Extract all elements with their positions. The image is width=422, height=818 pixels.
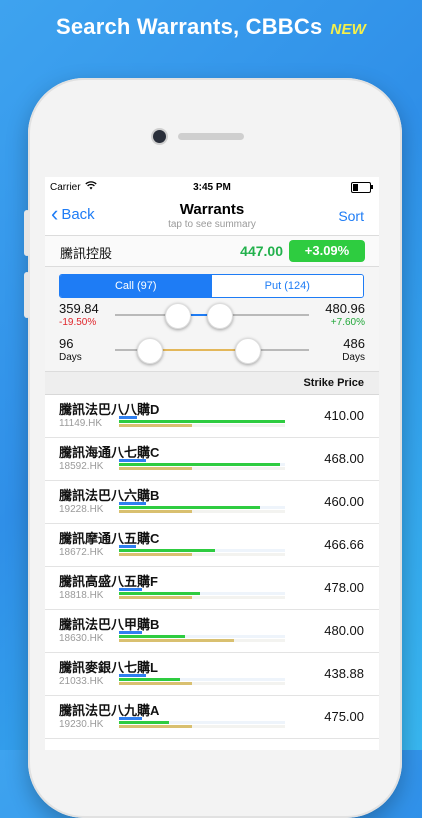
strike-price-header[interactable]: Strike Price xyxy=(303,377,364,389)
strike-price-value: 460.00 xyxy=(324,494,364,509)
green-indicator-bar xyxy=(119,592,200,595)
table-row[interactable]: 騰訊法巴八六購B 19228.HK 460.00 xyxy=(45,481,379,524)
price-slider-low-handle[interactable] xyxy=(165,303,191,329)
status-time: 3:45 PM xyxy=(193,181,231,193)
segment-put[interactable]: Put (124) xyxy=(211,275,363,297)
blue-indicator-bar xyxy=(119,416,137,419)
days-slider-low-handle[interactable] xyxy=(137,338,163,364)
price-low-value: 359.84 xyxy=(59,301,99,316)
blue-indicator-bar xyxy=(119,674,146,677)
blue-indicator-bar xyxy=(119,502,146,505)
filter-panel: Call (97) Put (124) 359.84 -19.50% 480.9… xyxy=(45,267,379,372)
table-row[interactable]: 騰訊高盛八五購F 18818.HK 478.00 xyxy=(45,567,379,610)
earpiece-speaker xyxy=(178,133,244,140)
blue-indicator-bar xyxy=(119,545,136,548)
blue-indicator-bar xyxy=(119,588,142,591)
table-row[interactable]: 騰訊海通八七購C 18592.HK 468.00 xyxy=(45,438,379,481)
page-title[interactable]: Warrants xyxy=(45,201,379,218)
call-put-segmented-control: Call (97) Put (124) xyxy=(59,274,364,298)
blue-indicator-bar xyxy=(119,631,142,634)
strike-price-value: 468.00 xyxy=(324,451,364,466)
price-high-value: 480.96 xyxy=(325,301,365,316)
warrant-code: 11149.HK xyxy=(59,418,102,429)
app-screen: Carrier 3:45 PM ‹ Back Warrants tap to s… xyxy=(45,177,379,750)
warrant-name: 騰訊摩通八五購C xyxy=(59,531,160,546)
price-low: 359.84 -19.50% xyxy=(59,301,99,328)
strike-price-value: 438.88 xyxy=(324,666,364,681)
segment-call[interactable]: Call (97) xyxy=(60,275,212,297)
underlying-stock-row[interactable]: 騰訊控股 447.00 +3.09% xyxy=(45,236,379,267)
page-subtitle[interactable]: tap to see summary xyxy=(45,219,379,230)
stock-price: 447.00 xyxy=(240,243,283,259)
gold-indicator-bar xyxy=(119,596,192,599)
table-header: Strike Price xyxy=(45,372,379,395)
warrant-name: 騰訊法巴八甲購B xyxy=(59,617,160,632)
promo-banner: Search Warrants, CBBCs NEW xyxy=(0,14,422,40)
strike-price-value: 478.00 xyxy=(324,580,364,595)
warrant-code: 21033.HK xyxy=(59,676,104,687)
volume-up-button xyxy=(24,210,30,256)
table-row[interactable]: 騰訊法巴八九購A 19230.HK 475.00 xyxy=(45,696,379,739)
warrant-name: 騰訊法巴八九購A xyxy=(59,703,160,718)
warrant-code: 18818.HK xyxy=(59,590,104,601)
gold-indicator-bar xyxy=(119,467,192,470)
days-low-unit: Days xyxy=(59,352,82,363)
battery-icon xyxy=(351,182,373,193)
stock-name: 騰訊控股 xyxy=(60,246,113,261)
navigation-bar: ‹ Back Warrants tap to see summary Sort xyxy=(45,197,379,236)
blue-indicator-bar xyxy=(119,459,146,462)
gold-indicator-bar xyxy=(119,510,192,513)
days-range-slider: 96 Days 486 Days xyxy=(45,336,379,368)
green-indicator-bar xyxy=(119,506,260,509)
price-range-slider: 359.84 -19.50% 480.96 +7.60% xyxy=(45,301,379,333)
blue-indicator-bar xyxy=(119,717,142,720)
green-indicator-bar xyxy=(119,420,285,423)
warrant-name: 騰訊高盛八五購F xyxy=(59,574,158,589)
volume-down-button xyxy=(24,272,30,318)
green-indicator-bar xyxy=(119,549,215,552)
gold-indicator-bar xyxy=(119,682,192,685)
stock-change-badge: +3.09% xyxy=(289,240,365,262)
table-row[interactable]: 騰訊麥銀八七購L 21033.HK 438.88 xyxy=(45,653,379,696)
green-indicator-bar xyxy=(119,678,180,681)
warrant-name: 騰訊法巴八八購D xyxy=(59,402,160,417)
gold-indicator-bar xyxy=(119,725,192,728)
price-high: 480.96 +7.60% xyxy=(325,301,365,328)
green-indicator-bar xyxy=(119,721,169,724)
days-high-unit: Days xyxy=(342,352,365,363)
new-badge: NEW xyxy=(330,21,367,38)
sort-button[interactable]: Sort xyxy=(338,208,364,224)
days-slider-high-handle[interactable] xyxy=(235,338,261,364)
price-high-percent: +7.60% xyxy=(330,317,365,328)
warrant-code: 18592.HK xyxy=(59,461,104,472)
promo-headline: Search Warrants, CBBCs xyxy=(55,14,323,39)
table-row[interactable]: 騰訊法巴八八購D 11149.HK 410.00 xyxy=(45,395,379,438)
strike-price-value: 466.66 xyxy=(324,537,364,552)
warrant-code: 19228.HK xyxy=(59,504,104,515)
gold-indicator-bar xyxy=(119,639,234,642)
strike-price-value: 410.00 xyxy=(324,408,364,423)
warrant-code: 19230.HK xyxy=(59,719,104,730)
days-high-value: 486 xyxy=(343,336,365,351)
strike-price-value: 475.00 xyxy=(324,709,364,724)
warrant-list: 騰訊法巴八八購D 11149.HK 410.00 騰訊海通八七購C 18592.HK 46… xyxy=(45,395,379,739)
days-low: 96 Days xyxy=(59,336,82,363)
green-indicator-bar xyxy=(119,635,185,638)
warrant-code: 18672.HK xyxy=(59,547,104,558)
green-indicator-bar xyxy=(119,463,280,466)
status-bar: Carrier 3:45 PM xyxy=(45,177,379,197)
front-camera xyxy=(153,130,166,143)
price-low-percent: -19.50% xyxy=(59,317,97,328)
days-high: 486 Days xyxy=(342,336,365,363)
price-slider-high-handle[interactable] xyxy=(207,303,233,329)
gold-indicator-bar xyxy=(119,553,192,556)
warrant-code: 18630.HK xyxy=(59,633,104,644)
table-row[interactable]: 騰訊摩通八五購C 18672.HK 466.66 xyxy=(45,524,379,567)
days-low-value: 96 xyxy=(59,336,74,351)
strike-price-value: 480.00 xyxy=(324,623,364,638)
gold-indicator-bar xyxy=(119,424,192,427)
table-row[interactable]: 騰訊法巴八甲購B 18630.HK 480.00 xyxy=(45,610,379,653)
